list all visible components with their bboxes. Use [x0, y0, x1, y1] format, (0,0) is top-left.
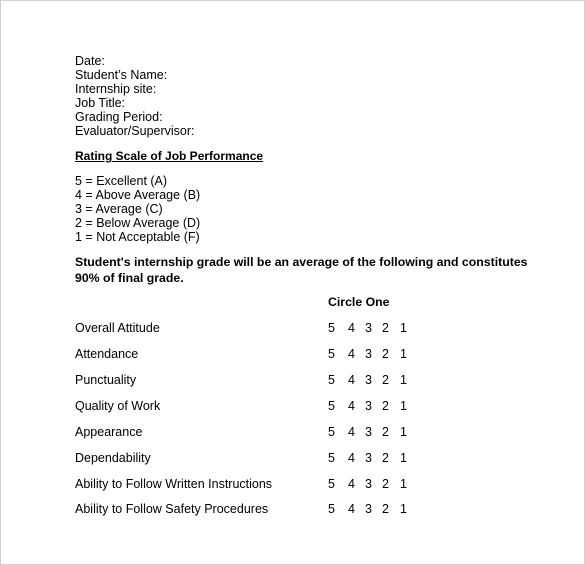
- rating-option-3[interactable]: 3: [365, 477, 372, 491]
- rating-option-5[interactable]: 5: [328, 347, 335, 361]
- rating-option-3[interactable]: 3: [365, 425, 372, 439]
- criteria-label: Quality of Work: [75, 399, 161, 413]
- criteria-row: Attendance 5 4 3 2 1: [75, 347, 435, 363]
- document-page: Date: Student’s Name: Internship site: J…: [0, 0, 585, 565]
- rating-option-4[interactable]: 4: [348, 321, 355, 335]
- criteria-row: Ability to Follow Safety Procedures 5 4 3 2 1: [75, 502, 435, 518]
- rating-option-3[interactable]: 3: [365, 502, 372, 516]
- criteria-label: Overall Attitude: [75, 321, 160, 335]
- rating-option-2[interactable]: 2: [382, 347, 389, 361]
- criteria-label: Ability to Follow Written Instructions: [75, 477, 273, 491]
- rating-option-4[interactable]: 4: [348, 477, 355, 491]
- scale-item: 2 = Below Average (D): [75, 216, 201, 230]
- rating-option-1[interactable]: 1: [400, 502, 407, 516]
- rating-scale-title: Rating Scale of Job Performance: [75, 149, 264, 163]
- criteria-label: Appearance: [75, 425, 143, 439]
- criteria-label: Attendance: [75, 347, 139, 361]
- criteria-label: Ability to Follow Safety Procedures: [75, 502, 269, 516]
- rating-option-5[interactable]: 5: [328, 321, 335, 335]
- rating-option-5[interactable]: 5: [328, 477, 335, 491]
- rating-option-2[interactable]: 2: [382, 425, 389, 439]
- internship-site-field-label: Internship site:: [75, 82, 157, 96]
- rating-option-2[interactable]: 2: [382, 451, 389, 465]
- circle-one-header: Circle One: [328, 295, 390, 309]
- rating-option-5[interactable]: 5: [328, 451, 335, 465]
- criteria-label: Dependability: [75, 451, 151, 465]
- evaluator-field-label: Evaluator/Supervisor:: [75, 124, 195, 138]
- rating-option-1[interactable]: 1: [400, 477, 407, 491]
- rating-option-1[interactable]: 1: [400, 399, 407, 413]
- criteria-row: Overall Attitude 5 4 3 2 1: [75, 321, 435, 337]
- date-field-label: Date:: [75, 54, 105, 68]
- rating-option-4[interactable]: 4: [348, 347, 355, 361]
- scale-item: 4 = Above Average (B): [75, 188, 201, 202]
- student-name-field-label: Student’s Name:: [75, 68, 168, 82]
- criteria-row: Dependability 5 4 3 2 1: [75, 451, 435, 467]
- rating-option-2[interactable]: 2: [382, 373, 389, 387]
- header-fields: Date: Student’s Name: Internship site: J…: [75, 54, 195, 138]
- rating-option-5[interactable]: 5: [328, 425, 335, 439]
- grade-note: Student's internship grade will be an av…: [75, 255, 528, 285]
- rating-option-1[interactable]: 1: [400, 425, 407, 439]
- rating-option-5[interactable]: 5: [328, 373, 335, 387]
- rating-option-3[interactable]: 3: [365, 321, 372, 335]
- rating-option-1[interactable]: 1: [400, 451, 407, 465]
- rating-option-4[interactable]: 4: [348, 399, 355, 413]
- rating-option-2[interactable]: 2: [382, 502, 389, 516]
- rating-option-5[interactable]: 5: [328, 399, 335, 413]
- rating-option-2[interactable]: 2: [382, 321, 389, 335]
- rating-option-2[interactable]: 2: [382, 477, 389, 491]
- rating-option-4[interactable]: 4: [348, 451, 355, 465]
- rating-option-3[interactable]: 3: [365, 451, 372, 465]
- scale-item: 1 = Not Acceptable (F): [75, 230, 200, 244]
- rating-option-1[interactable]: 1: [400, 321, 407, 335]
- criteria-label: Punctuality: [75, 373, 137, 387]
- scale-item: 3 = Average (C): [75, 202, 163, 216]
- criteria-row: Appearance 5 4 3 2 1: [75, 425, 435, 441]
- rating-option-2[interactable]: 2: [382, 399, 389, 413]
- rating-option-4[interactable]: 4: [348, 502, 355, 516]
- rating-option-4[interactable]: 4: [348, 425, 355, 439]
- rating-option-3[interactable]: 3: [365, 399, 372, 413]
- criteria-row: Ability to Follow Written Instructions 5 4…: [75, 477, 435, 493]
- criteria-row: Quality of Work 5 4 3 2 1: [75, 399, 435, 415]
- rating-option-3[interactable]: 3: [365, 347, 372, 361]
- grading-period-field-label: Grading Period:: [75, 110, 163, 124]
- rating-option-5[interactable]: 5: [328, 502, 335, 516]
- scale-item: 5 = Excellent (A): [75, 174, 168, 188]
- rating-option-4[interactable]: 4: [348, 373, 355, 387]
- rating-option-1[interactable]: 1: [400, 347, 407, 361]
- rating-option-1[interactable]: 1: [400, 373, 407, 387]
- criteria-row: Punctuality 5 4 3 2 1: [75, 373, 435, 389]
- rating-option-3[interactable]: 3: [365, 373, 372, 387]
- job-title-field-label: Job Title:: [75, 96, 126, 110]
- rating-scale-list: 5 = Excellent (A) 4 = Above Average (B) …: [75, 174, 200, 244]
